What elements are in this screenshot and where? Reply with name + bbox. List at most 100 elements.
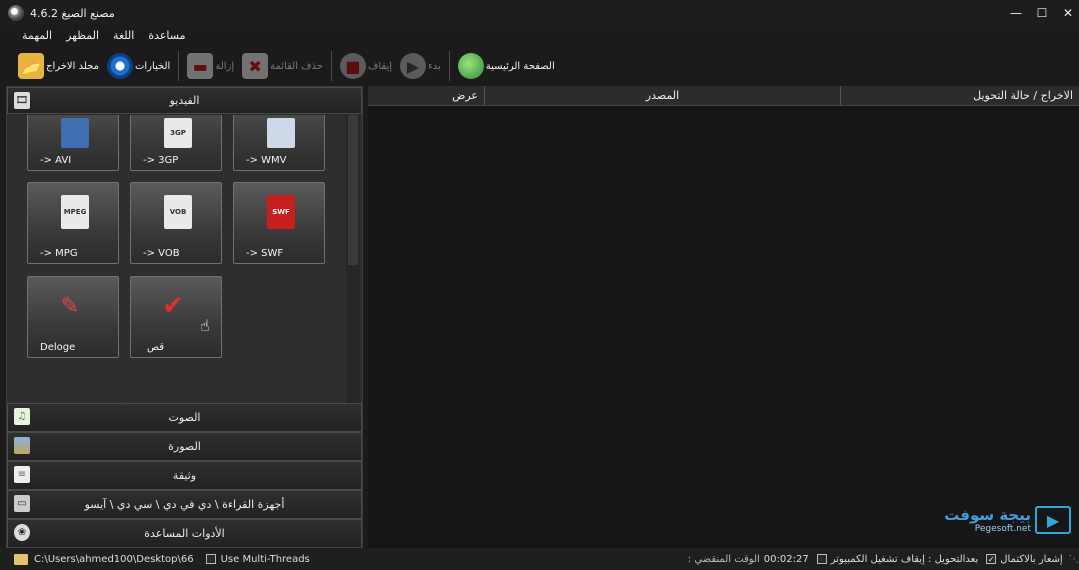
minimize-button[interactable]: — (1005, 0, 1027, 26)
mouse-cursor-icon: ☝ (200, 316, 210, 335)
checkmark-icon: ✔ (162, 291, 184, 321)
task-table-header: عرض المصدر الاخراج / حالة التحويل (368, 86, 1079, 106)
resize-grip-icon[interactable]: ⋱ (1069, 554, 1079, 565)
category-document-label: وثيقة (172, 469, 197, 482)
category-picture[interactable]: الصورة (7, 432, 362, 461)
toolbar: 📂 مجلد الاخراج الخيارات ▬ إزالة ✖ حذف ال… (0, 46, 1079, 86)
output-folder-button[interactable]: 📂 مجلد الاخراج (14, 48, 103, 84)
tile-deloge-label: Deloge (40, 342, 76, 353)
col-source[interactable]: المصدر (485, 86, 841, 105)
col-preview[interactable]: عرض (368, 86, 485, 105)
tile-vob-label: -> VOB (143, 248, 180, 259)
swf-badge: SWF (272, 208, 290, 216)
tile-wmv[interactable]: -> WMV (233, 115, 325, 171)
category-picture-label: الصورة (168, 440, 201, 453)
scrollbar-thumb[interactable] (348, 115, 358, 265)
3gp-badge: 3GP (170, 129, 186, 137)
start-label: بدء (428, 60, 441, 72)
col-output[interactable]: الاخراج / حالة التحويل (841, 86, 1079, 105)
folder-icon[interactable] (14, 553, 28, 565)
tile-3gp[interactable]: 3GP -> 3GP (130, 115, 222, 171)
gear-icon (106, 53, 133, 79)
toolbar-separator (178, 51, 180, 81)
folder-icon: 📂 (18, 53, 44, 79)
menu-task[interactable]: المهمة (22, 29, 52, 42)
tile-deloge[interactable]: ✎ Deloge (27, 276, 119, 358)
tiles-scrollbar[interactable] (346, 115, 360, 403)
3gp-icon: 3GP (164, 118, 192, 148)
start-button[interactable]: ▶ بدء (396, 48, 445, 84)
output-folder-label: مجلد الاخراج (46, 60, 99, 72)
category-panel: 🎞 الفيديو -> AVI 3GP -> 3GP -> WMV MPEG … (6, 86, 363, 548)
watermark-english: Pegesoft.net (974, 524, 1031, 534)
category-audio[interactable]: ♫ الصوت (7, 403, 362, 432)
close-button[interactable]: ✕ (1057, 0, 1079, 26)
menu-language[interactable]: اللغة (113, 29, 134, 42)
mpeg-icon: MPEG (61, 195, 89, 229)
toolbar-separator (330, 51, 332, 81)
category-rom-label: أجهزة القراءة \ دي في دي \ سي دي \ آيسو (84, 498, 285, 511)
menu-help[interactable]: مساعدة (148, 29, 185, 42)
shutdown-label: بعدالتحويل : إيقاف تشغيل الكمبيوتر (830, 553, 979, 565)
remove-button[interactable]: ▬ إزالة (183, 48, 238, 84)
film-reel-icon: ❀ (14, 524, 30, 541)
status-bar: C:\Users\ahmed100\Desktop\66 Use Multi-T… (0, 548, 1079, 570)
remove-label: إزالة (215, 60, 235, 72)
start-icon: ▶ (400, 53, 427, 79)
elapsed-value: 00:02:27 (763, 553, 809, 565)
category-utilities[interactable]: ❀ الأدوات المساعدة (7, 519, 362, 548)
multithreads-label: Use Multi-Threads (220, 553, 310, 565)
toolbar-separator (448, 51, 450, 81)
tile-avi-label: -> AVI (40, 155, 72, 166)
category-document[interactable]: ≡ وثيقة (7, 461, 362, 490)
category-list: ♫ الصوت الصورة ≡ وثيقة ▭ أجهزة القراءة \… (7, 403, 362, 548)
clear-list-button[interactable]: ✖ حذف القائمة (238, 48, 327, 84)
tile-swf[interactable]: SWF -> SWF (233, 182, 325, 264)
maximize-button[interactable]: ☐ (1031, 0, 1053, 26)
tile-cut-label: قص (147, 342, 165, 353)
tv-play-icon: ▶ (1035, 506, 1071, 534)
elapsed-label: : الوقت المنقضي (687, 553, 760, 565)
tile-swf-label: -> SWF (246, 248, 284, 259)
disc-drive-icon: ▭ (14, 495, 30, 512)
category-video-label: الفيديو (169, 94, 200, 107)
options-label: الخيارات (134, 60, 171, 72)
mpeg-badge: MPEG (63, 208, 87, 216)
category-rom[interactable]: ▭ أجهزة القراءة \ دي في دي \ سي دي \ آيس… (7, 490, 362, 519)
tile-mpg-label: -> MPG (40, 248, 78, 259)
stop-button[interactable]: ■ إيقاف (336, 48, 396, 84)
homepage-label: الصفحة الرئيسية (485, 60, 555, 72)
stop-icon: ■ (339, 53, 366, 79)
col-output-label: الاخراج / حالة التحويل (973, 89, 1073, 102)
document-icon: ≡ (14, 466, 30, 483)
homepage-button[interactable]: الصفحة الرئيسية (454, 48, 559, 84)
tile-mpg[interactable]: MPEG -> MPG (27, 182, 119, 264)
col-source-label: المصدر (645, 89, 680, 102)
menu-bar: المهمة المظهر اللغة مساعدة (0, 26, 260, 44)
flash-icon: SWF (267, 195, 295, 229)
wmv-icon (267, 118, 295, 148)
menu-skin[interactable]: المظهر (66, 29, 99, 42)
globe-icon (457, 53, 484, 79)
music-note-icon: ♫ (14, 408, 30, 425)
watermark-arabic: بيجة سوفت (944, 506, 1031, 524)
window-title: مصنع الصيغ 4.6.2 (30, 6, 115, 20)
title-bar: مصنع الصيغ 4.6.2 — ☐ ✕ (0, 0, 1079, 26)
shutdown-checkbox[interactable] (816, 554, 827, 564)
tile-vob[interactable]: VOB -> VOB (130, 182, 222, 264)
category-video[interactable]: 🎞 الفيديو (7, 87, 362, 114)
watermark-logo: بيجة سوفت Pegesoft.net ▶ (944, 506, 1071, 534)
remove-icon: ▬ (187, 53, 214, 79)
options-button[interactable]: الخيارات (103, 48, 174, 84)
picture-icon (14, 437, 30, 454)
tile-avi[interactable]: -> AVI (27, 115, 119, 171)
window-controls: — ☐ ✕ (1001, 0, 1079, 26)
vob-badge: VOB (169, 208, 187, 216)
col-preview-label: عرض (452, 89, 478, 102)
tile-wmv-label: -> WMV (246, 155, 287, 166)
output-path: C:\Users\ahmed100\Desktop\66 (34, 553, 194, 565)
avi-icon (61, 118, 89, 148)
notify-checkbox[interactable]: ✓ (986, 554, 997, 564)
clear-list-label: حذف القائمة (270, 60, 323, 72)
multithreads-checkbox[interactable] (205, 554, 216, 564)
